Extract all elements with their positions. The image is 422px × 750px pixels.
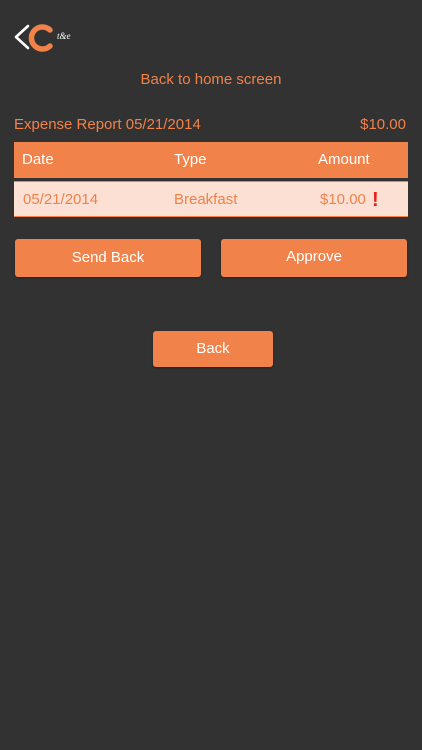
app-logo[interactable]: t&e: [14, 22, 74, 56]
back-button[interactable]: Back: [153, 331, 273, 367]
back-to-home-link[interactable]: Back to home screen: [0, 71, 422, 88]
table-header: Date Type Amount: [14, 142, 408, 178]
report-total: $10.00: [360, 116, 406, 133]
row-amount: $10.00: [320, 191, 366, 208]
logo-tagline: t&e: [57, 31, 71, 41]
expense-table: Date Type Amount 05/21/2014 Breakfast $1…: [14, 142, 408, 217]
report-title: Expense Report 05/21/2014: [14, 116, 201, 133]
row-type: Breakfast: [174, 191, 238, 208]
send-back-button[interactable]: Send Back: [15, 239, 201, 277]
table-row[interactable]: 05/21/2014 Breakfast $10.00 !: [14, 181, 408, 217]
column-header-amount: Amount: [318, 151, 370, 168]
column-header-type: Type: [174, 151, 207, 168]
column-header-date: Date: [22, 151, 54, 168]
expense-report-screen: t&e Back to home screen Expense Report 0…: [0, 0, 422, 750]
approve-button[interactable]: Approve: [221, 239, 407, 277]
row-date: 05/21/2014: [23, 191, 99, 208]
exclamation-icon: !: [372, 189, 379, 211]
